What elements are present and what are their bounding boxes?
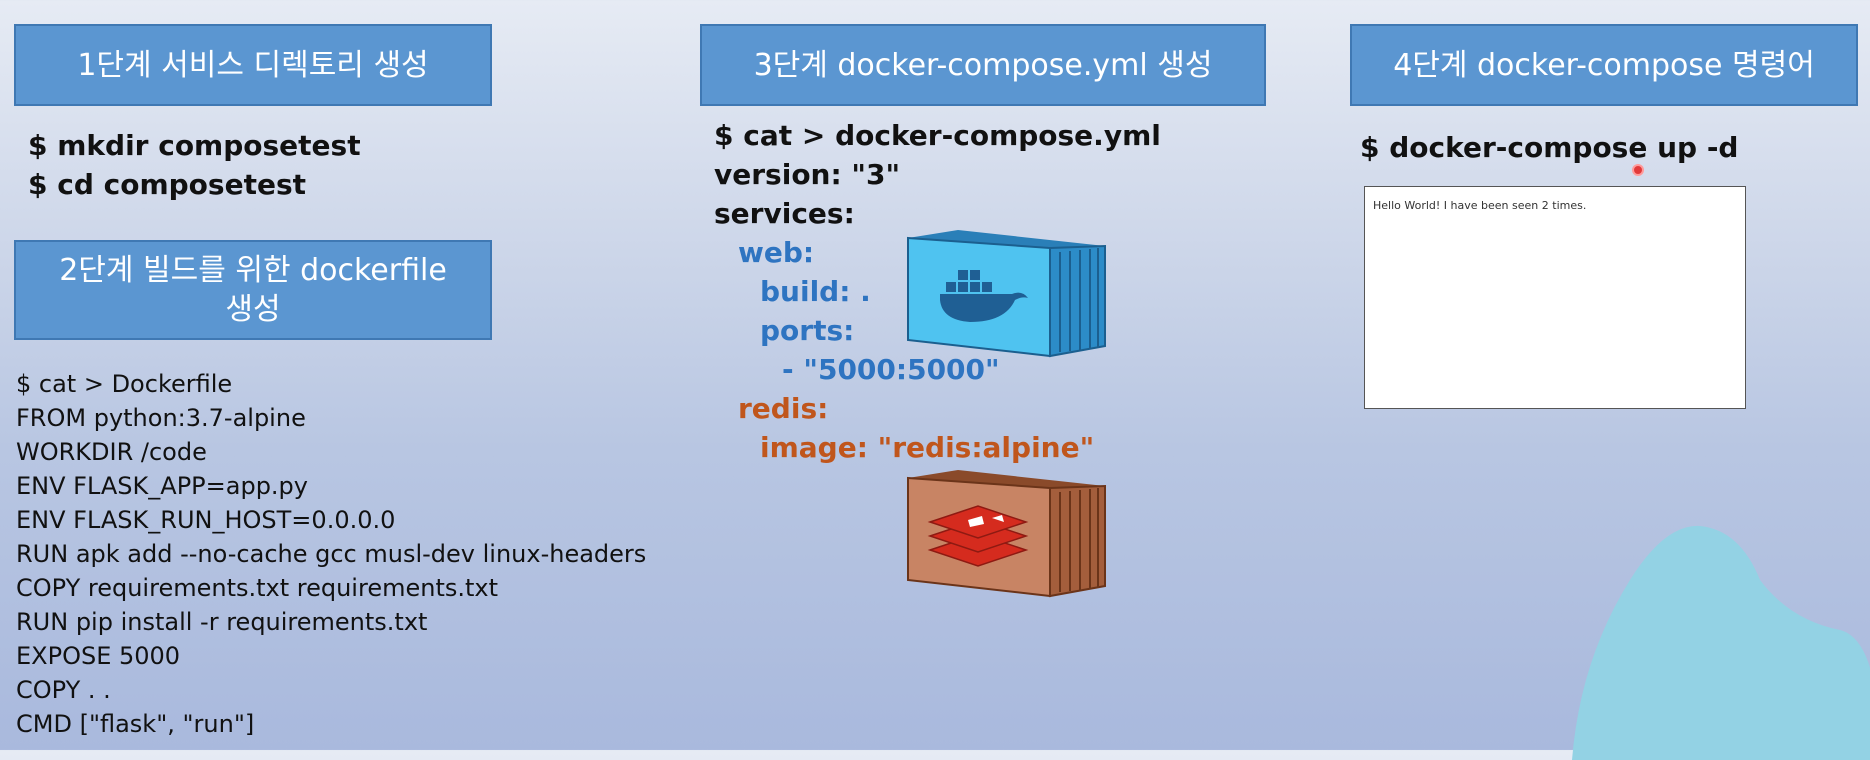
- dockerfile-line: ENV FLASK_RUN_HOST=0.0.0.0: [16, 506, 396, 534]
- dockerfile-line: $ cat > Dockerfile: [16, 370, 233, 398]
- yml-version: version: "3": [714, 158, 901, 191]
- step1-commands: $ mkdir composetest $ cd composetest: [28, 126, 361, 204]
- dockerfile-line: WORKDIR /code: [16, 438, 207, 466]
- redis-container-icon: [907, 470, 1106, 598]
- step3-title: 3단계 docker-compose.yml 생성: [753, 47, 1213, 83]
- cd-command: $ cd composetest: [28, 168, 306, 201]
- dockerfile-line: FROM python:3.7-alpine: [16, 404, 306, 432]
- step1-title: 1단계 서비스 디렉토리 생성: [77, 47, 429, 83]
- cat-compose-command: $ cat > docker-compose.yml: [714, 119, 1161, 152]
- mouse-cursor: [1632, 164, 1644, 176]
- step4-title: 4단계 docker-compose 명령어: [1393, 47, 1815, 83]
- browser-window: Hello World! I have been seen 2 times.: [1364, 186, 1746, 409]
- step1-title-box: 1단계 서비스 디렉토리 생성: [14, 24, 492, 106]
- step3-title-box: 3단계 docker-compose.yml 생성: [700, 24, 1266, 106]
- yml-redis-service: redis:: [738, 392, 829, 425]
- step2-title-line2: 생성: [225, 292, 281, 327]
- decorative-shape: [1572, 525, 1870, 760]
- mkdir-command: $ mkdir composetest: [28, 129, 361, 162]
- yml-redis-image: image: "redis:alpine": [760, 431, 1095, 464]
- compose-up-command: $ docker-compose up -d: [1360, 131, 1739, 164]
- docker-container-icon: [907, 230, 1106, 358]
- dockerfile-block: $ cat > Dockerfile FROM python:3.7-alpin…: [16, 367, 646, 741]
- step4-title-box: 4단계 docker-compose 명령어: [1350, 24, 1858, 106]
- step2-title-box: 2단계 빌드를 위한 dockerfile 생성: [14, 240, 492, 340]
- dockerfile-line: EXPOSE 5000: [16, 642, 181, 670]
- dockerfile-line: ENV FLASK_APP=app.py: [16, 472, 308, 500]
- dockerfile-line: COPY requirements.txt requirements.txt: [16, 574, 499, 602]
- yml-services: services:: [714, 197, 855, 230]
- dockerfile-line: RUN pip install -r requirements.txt: [16, 608, 428, 636]
- dockerfile-line: COPY . .: [16, 676, 111, 704]
- step2-title-line1: 2단계 빌드를 위한 dockerfile: [59, 253, 447, 288]
- dockerfile-line: CMD ["flask", "run"]: [16, 710, 255, 738]
- browser-page-text: Hello World! I have been seen 2 times.: [1373, 199, 1587, 212]
- dockerfile-line: RUN apk add --no-cache gcc musl-dev linu…: [16, 540, 647, 568]
